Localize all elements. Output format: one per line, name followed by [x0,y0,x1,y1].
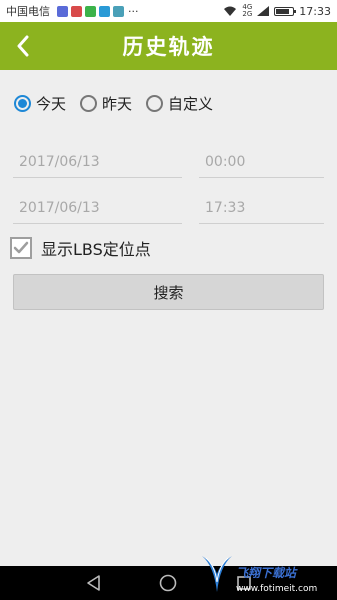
home-circle-icon[interactable] [158,573,178,593]
radio-button[interactable] [14,95,31,112]
page-title: 历史轨迹 [122,35,215,59]
carrier-label: 中国电信 [6,5,50,18]
app-notification-icon [71,5,82,17]
end-time-field[interactable]: 17:33 [199,194,324,224]
app-notification-icon [99,5,110,17]
watermark-text: 飞翔下载站 [236,566,297,580]
status-bar: 中国电信 ··· 4G 2G 17:33 [0,0,337,22]
radio-custom[interactable]: 自定义 [146,93,213,114]
radio-button[interactable] [80,95,98,112]
gallery-icon [113,5,124,17]
radio-today[interactable]: 今天 [14,93,66,114]
radio-button[interactable] [146,95,164,112]
watermark-logo-icon [202,556,232,592]
more-notifications: ··· [128,4,139,18]
wechat-icon [85,5,96,17]
back-button[interactable] [10,32,36,60]
watermark: 飞翔下载站 www.fotimeit.com [200,548,330,598]
end-date-field[interactable]: 2017/06/13 [13,194,182,224]
radio-label: 昨天 [102,95,133,113]
lbs-checkbox-row[interactable]: 显示LBS定位点 [10,236,151,260]
lbs-checkbox-label: 显示LBS定位点 [41,240,151,259]
watermark-url: www.fotimeit.com [236,584,318,594]
back-triangle-icon[interactable] [84,573,104,593]
date-range-options: 今天 昨天 自定义 [14,93,227,114]
lbs-checkbox[interactable] [10,237,32,259]
battery-icon [274,6,297,16]
start-time-field[interactable]: 00:00 [199,148,324,178]
app-header: 历史轨迹 [0,22,337,70]
radio-yesterday[interactable]: 昨天 [80,93,132,114]
clock: 17:33 [299,4,331,18]
chevron-left-icon [17,35,29,57]
app-notification-icon [57,5,68,17]
checkmark-icon [13,241,29,254]
signal-icon [257,6,270,16]
network-type: 4G 2G [242,3,253,18]
radio-label: 今天 [36,95,67,113]
search-button[interactable]: 搜索 [13,274,324,310]
wifi-icon [224,6,237,16]
radio-label: 自定义 [168,95,214,113]
start-date-field[interactable]: 2017/06/13 [13,148,182,178]
notification-icons [57,5,124,17]
